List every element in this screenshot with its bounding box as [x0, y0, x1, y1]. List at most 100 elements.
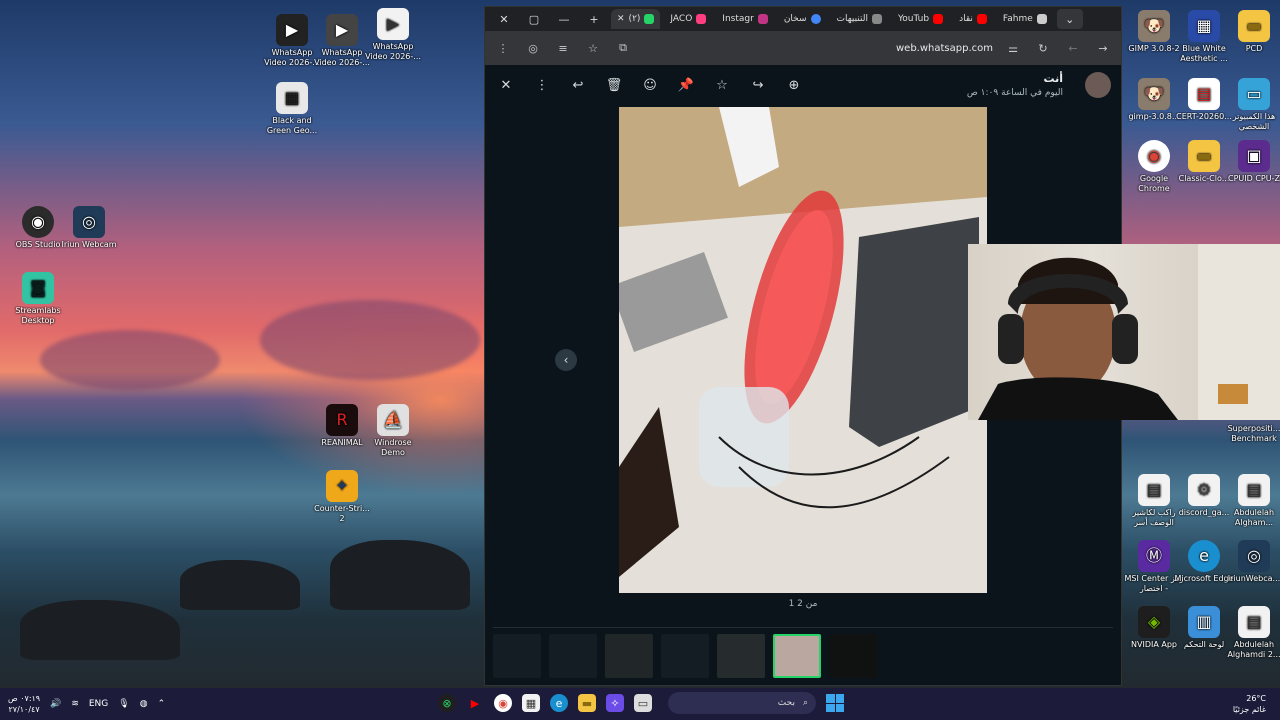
previous-media-button[interactable]: ‹ — [555, 349, 577, 371]
tab-fahme[interactable]: Fahme — [997, 9, 1053, 29]
cpuz-icon: ▣ — [1238, 140, 1270, 172]
tray-app-icon[interactable]: ◍ — [140, 699, 148, 709]
windows-logo-pane — [826, 703, 835, 712]
volume-icon[interactable]: 🔊 — [50, 699, 61, 709]
menu-button[interactable]: ⋮ — [493, 38, 513, 58]
react-button[interactable]: ☺ — [639, 74, 661, 96]
whatsapp-icon — [644, 14, 655, 24]
desktop-icon-iriunwebcam[interactable]: ◎ IriunWebca... — [1224, 540, 1280, 584]
tab-youtube-2[interactable]: نقاد — [953, 9, 993, 29]
media-thumbnail[interactable] — [549, 633, 597, 678]
desktop-icon-whatsapp-video-3[interactable]: ▶ WhatsApp Video 2026-... — [363, 8, 423, 62]
media-thumbnail[interactable] — [493, 633, 541, 678]
google-icon — [810, 14, 821, 24]
tab-label: YouTub — [898, 14, 930, 24]
desktop-icon-black-green-geo[interactable]: ▦ Black and Green Geo... — [262, 82, 322, 136]
window-close-button[interactable]: ✕ — [491, 9, 517, 29]
taskbar-apps: ⊗ ▶ ◉ ▦ e ▬ ✧ ▭ بحث ⌕ — [438, 692, 844, 714]
taskbar-app-edge[interactable]: e — [550, 694, 568, 712]
taskbar-app-task-view[interactable]: ▭ — [634, 694, 652, 712]
taskbar-search[interactable]: بحث ⌕ — [668, 692, 816, 714]
desktop-icon-iriun-webcam[interactable]: ◎ Iriun Webcam — [59, 206, 119, 250]
tab-youtube[interactable]: YouTub — [892, 9, 949, 29]
clock[interactable]: ٠٧:١٩ ص ٢٧/١٠/٤٧ — [8, 693, 40, 715]
taskbar-app-youtube[interactable]: ▶ — [466, 694, 484, 712]
photo-content — [619, 107, 987, 593]
edge-icon: e — [555, 696, 563, 710]
taskbar-app-store[interactable]: ▦ — [522, 694, 540, 712]
reload-icon: ↻ — [1038, 41, 1048, 55]
more-options-button[interactable]: ⋮ — [531, 74, 553, 96]
task-view-icon: ▭ — [637, 696, 649, 710]
microphone-icon[interactable]: 🎙 — [118, 699, 129, 709]
site-settings-button[interactable]: ⚌ — [1003, 38, 1023, 58]
taskbar-app-copilot[interactable]: ✧ — [606, 694, 624, 712]
close-viewer-button[interactable]: ✕ — [495, 74, 517, 96]
forward-button[interactable]: → — [1093, 38, 1113, 58]
profile-button[interactable]: ◎ — [523, 38, 543, 58]
tab-notifications[interactable]: التنبيهات — [831, 9, 888, 29]
desktop-icon-cpuz[interactable]: ▣ CPUID CPU-Z — [1224, 140, 1280, 184]
desktop-icon-streamlabs[interactable]: ◙ Streamlabs Desktop — [8, 272, 68, 326]
media-viewer-header: ✕ ⋮ ↩ 🗑 ☺ 📌 ☆ ↪ ⊕ أنت اليوم في الساعة ١:… — [485, 65, 1121, 105]
tab-instagram[interactable]: Instagr — [716, 9, 774, 29]
taskbar-app-xbox[interactable]: ⊗ — [438, 694, 456, 712]
taskbar-app-file-explorer[interactable]: ▬ — [578, 694, 596, 712]
url-field[interactable]: web.whatsapp.com — [896, 43, 993, 54]
language-indicator[interactable]: ENG — [89, 699, 108, 709]
chevron-up-icon[interactable]: ⌃ — [158, 699, 166, 709]
profile-icon: ◎ — [528, 41, 538, 55]
install-app-button[interactable]: ⧉ — [613, 38, 633, 58]
tab-jaco[interactable]: JACO — [664, 9, 712, 29]
sender-time: اليوم في الساعة ١:٠٩ ص — [966, 88, 1063, 98]
tab-label: التنبيهات — [836, 14, 868, 24]
avatar[interactable] — [1085, 72, 1111, 98]
media-thumbnail[interactable] — [661, 633, 709, 678]
arrow-right-icon: → — [1098, 41, 1108, 55]
media-counter: 1 من 2 — [788, 599, 818, 609]
media-thumbnail[interactable] — [605, 633, 653, 678]
media-thumbnail-selected[interactable] — [773, 633, 821, 678]
zoom-in-icon: ⊕ — [788, 77, 800, 93]
desktop-icon-abdulelah-algham[interactable]: ▤ Abdulelah Algham... — [1224, 474, 1280, 528]
desktop-icon-counter-strike-2[interactable]: ✦ Counter-Stri... 2 — [312, 470, 372, 524]
star-icon: ☆ — [716, 77, 728, 93]
media-thumbnail[interactable] — [717, 633, 765, 678]
forward-message-button[interactable]: ↪ — [747, 74, 769, 96]
back-button[interactable]: ← — [1063, 38, 1083, 58]
media-thumbnail[interactable] — [829, 633, 877, 678]
desktop-icon-pcd-folder[interactable]: ▬ PCD — [1224, 10, 1280, 54]
zoom-in-button[interactable]: ⊕ — [783, 74, 805, 96]
taskbar-app-chrome[interactable]: ◉ — [494, 694, 512, 712]
reload-button[interactable]: ↻ — [1033, 38, 1053, 58]
pin-button[interactable]: 📌 — [675, 74, 697, 96]
tab-whatsapp[interactable]: ✕ (٢) — [611, 9, 661, 29]
desktop-icon-superposition[interactable]: Superpositi... Benchmark — [1224, 424, 1280, 444]
wifi-icon[interactable]: ≋ — [71, 699, 79, 709]
chrome-icon: ◉ — [498, 696, 508, 710]
bookmark-button[interactable]: ☆ — [583, 38, 603, 58]
new-tab-button[interactable]: + — [581, 9, 607, 29]
copilot-icon: ✧ — [610, 696, 620, 710]
start-button[interactable] — [826, 694, 844, 712]
tab-search-button[interactable]: ⌄ — [1056, 9, 1083, 29]
delete-button[interactable]: 🗑 — [603, 74, 625, 96]
tab-google-search[interactable]: سخان — [778, 9, 827, 29]
webcam-icon: ◎ — [73, 206, 105, 238]
reply-button[interactable]: ↩ — [567, 74, 589, 96]
profile-icon — [1036, 14, 1047, 24]
tab-strip: ✕ ▢ — + ✕ (٢) JACO Instagr سخان التنبيها… — [485, 7, 1121, 31]
clock-time: ٠٧:١٩ ص — [8, 694, 41, 703]
webcam-icon: ◎ — [1238, 540, 1270, 572]
more-vertical-icon: ⋮ — [535, 77, 549, 93]
document-icon: ▤ — [1238, 606, 1270, 638]
computer-icon: ▭ — [1238, 78, 1270, 110]
star-message-button[interactable]: ☆ — [711, 74, 733, 96]
window-maximize-button[interactable]: ▢ — [521, 9, 547, 29]
window-minimize-button[interactable]: — — [551, 9, 577, 29]
desktop-icon-windrose-demo[interactable]: ⛵ Windrose Demo — [363, 404, 423, 458]
weather-widget[interactable]: 26°C غائم جزئيًا — [1233, 693, 1266, 715]
tab-menu-button[interactable]: ≡ — [553, 38, 573, 58]
desktop-icon-abdulelah-alghamdi-2[interactable]: ▤ Abdulelah Alghamdi 2... — [1224, 606, 1280, 660]
desktop-icon-this-pc[interactable]: ▭ هذا الكمبيوتر الشخصي — [1224, 78, 1280, 132]
